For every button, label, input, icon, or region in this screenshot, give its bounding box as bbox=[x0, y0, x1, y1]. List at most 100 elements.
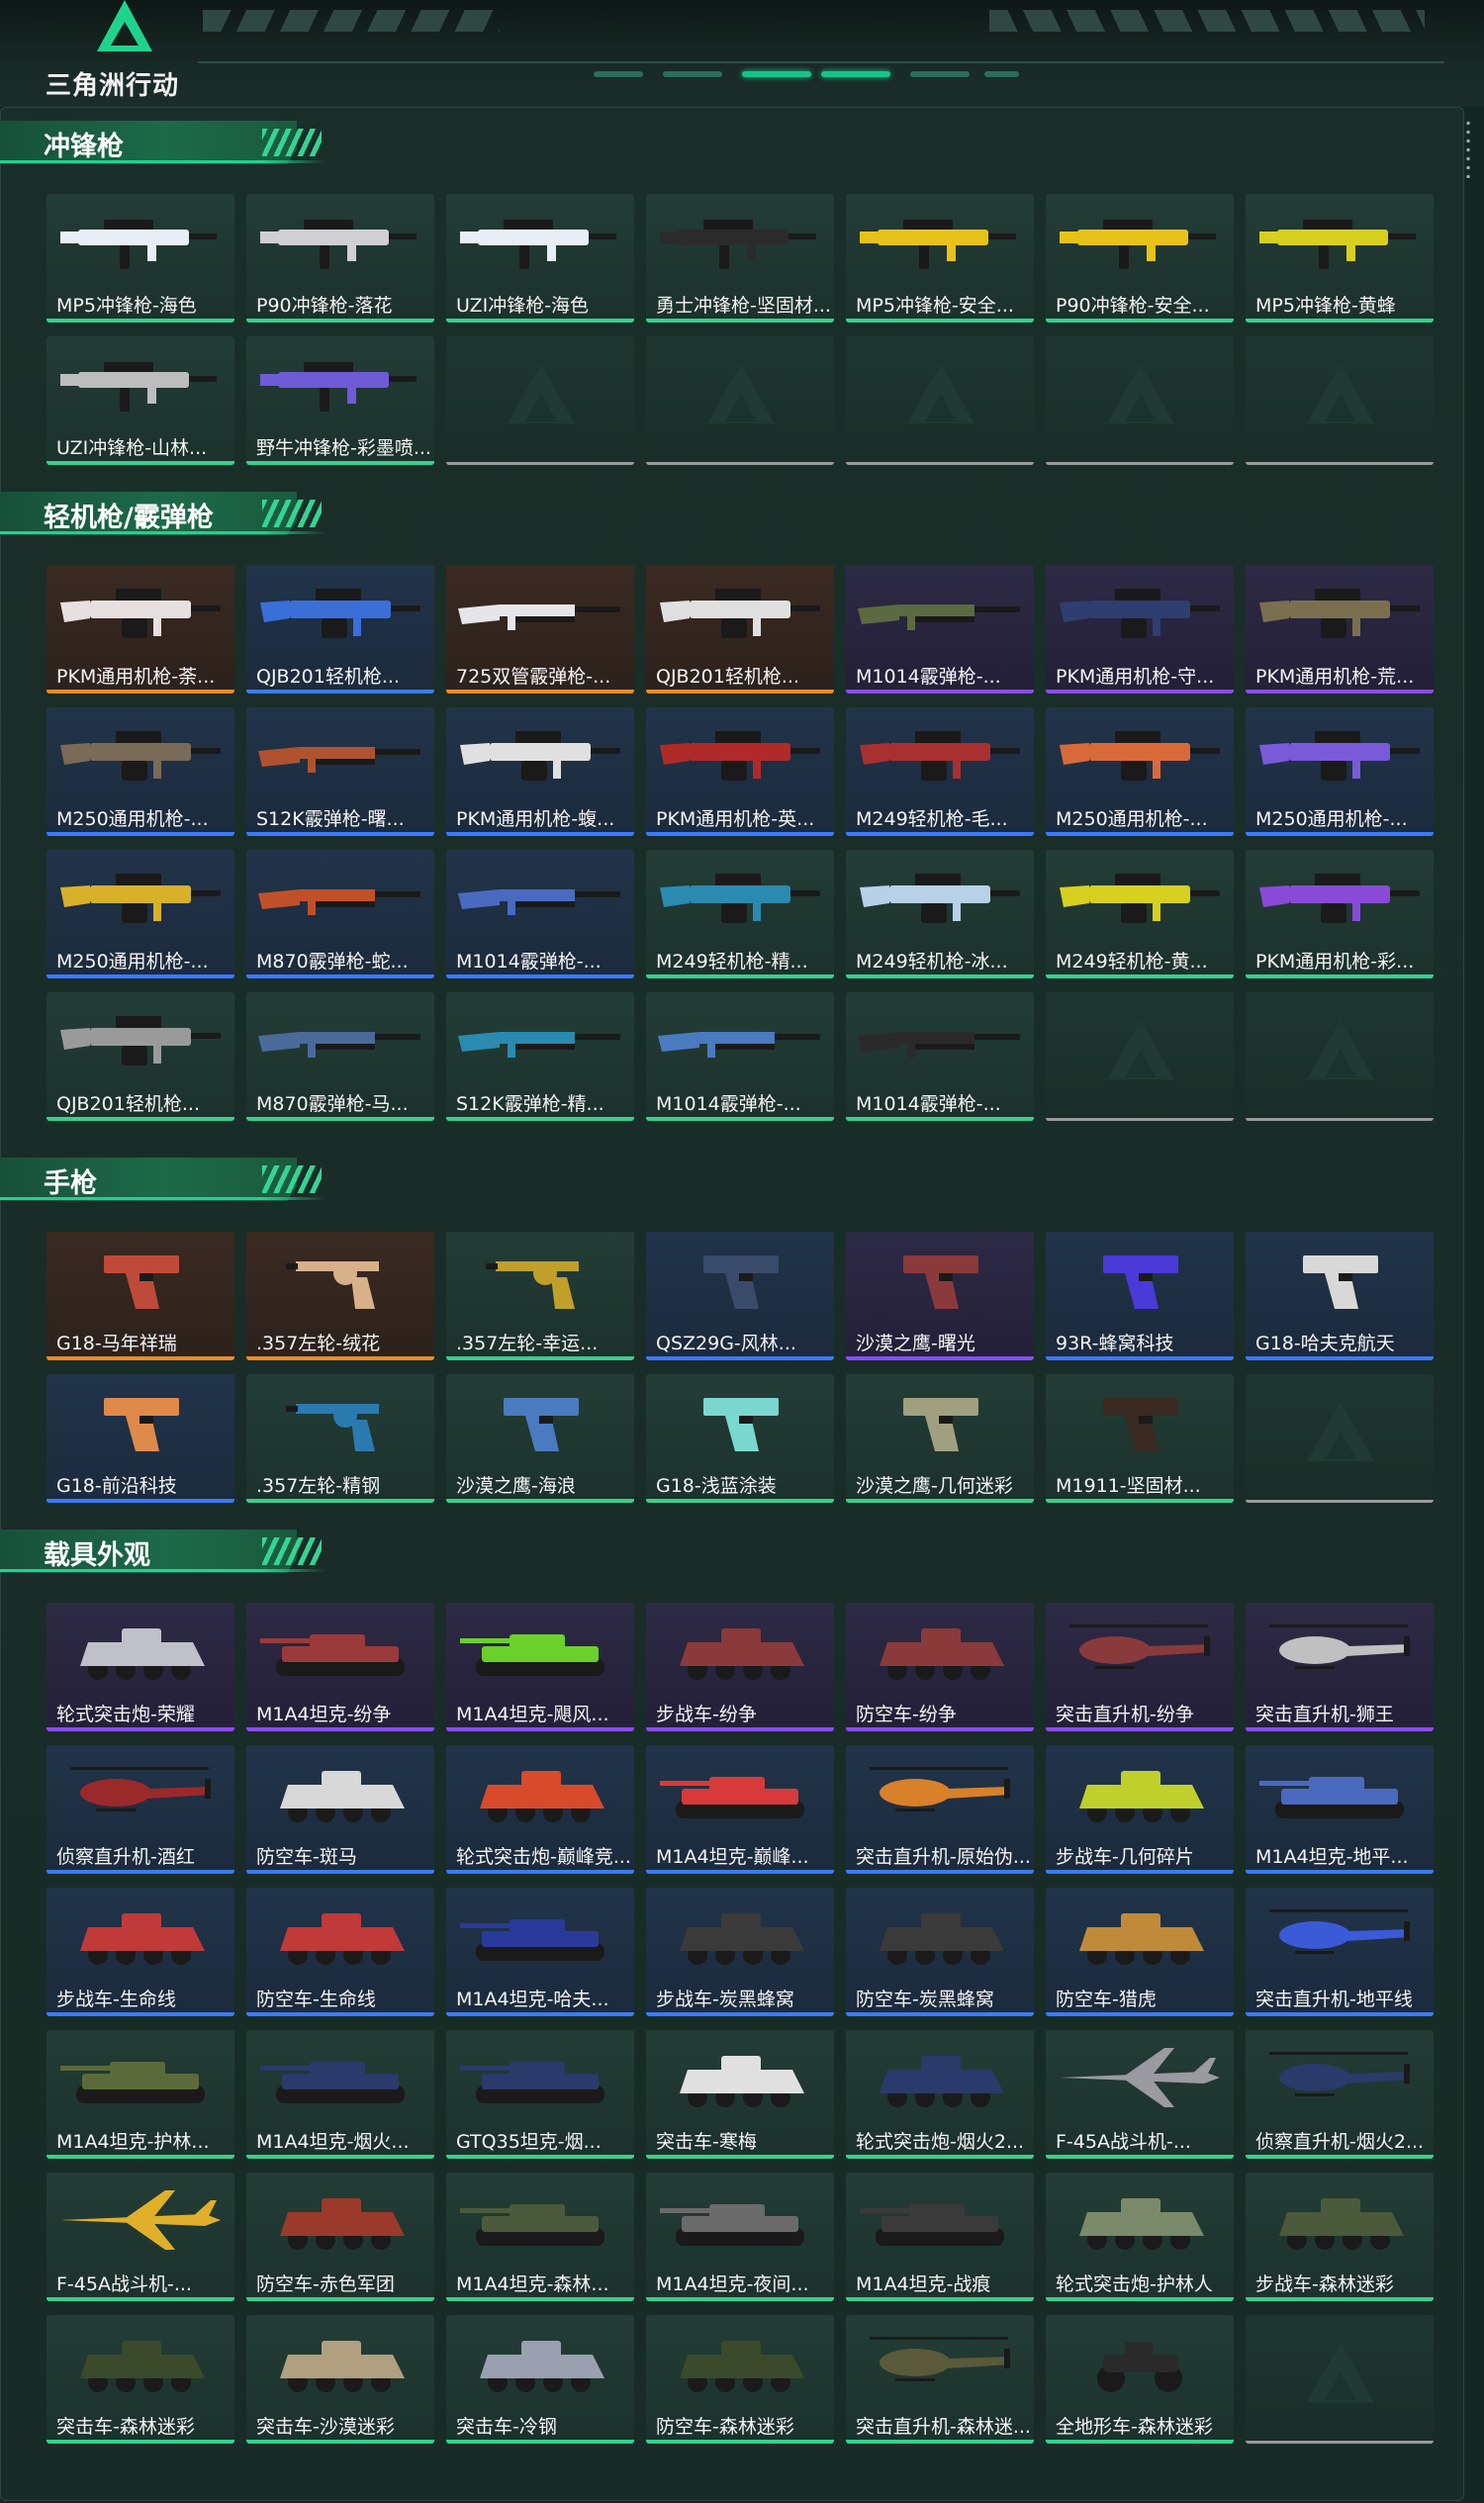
item-card[interactable]: 725双管霰弹枪-... bbox=[446, 565, 634, 694]
item-card[interactable]: M250通用机枪-... bbox=[46, 850, 234, 978]
item-card[interactable]: M1A4坦克-烟火... bbox=[246, 2030, 434, 2159]
item-card[interactable]: 防空车-森林迷彩 bbox=[646, 2315, 834, 2444]
item-card[interactable]: M1A4坦克-地平... bbox=[1246, 1745, 1434, 1874]
item-card[interactable]: .357左轮-精钢 bbox=[246, 1374, 434, 1503]
item-card[interactable]: QJB201轻机枪... bbox=[646, 565, 834, 694]
item-card[interactable]: 防空车-赤色军团 bbox=[246, 2173, 434, 2301]
item-card[interactable]: 突击直升机-原始伪... bbox=[846, 1745, 1034, 1874]
item-card[interactable]: 防空车-猎虎 bbox=[1046, 1888, 1234, 2016]
item-card[interactable]: UZI冲锋枪-山林... bbox=[46, 336, 234, 465]
item-card[interactable]: M1911-坚固材... bbox=[1046, 1374, 1234, 1503]
rarity-bar bbox=[1046, 2297, 1234, 2301]
item-card[interactable]: 突击直升机-森林迷... bbox=[846, 2315, 1034, 2444]
item-card[interactable]: 突击车-沙漠迷彩 bbox=[246, 2315, 434, 2444]
rarity-bar bbox=[46, 1727, 234, 1731]
item-card[interactable]: G18-马年祥瑞 bbox=[46, 1232, 234, 1360]
item-card[interactable]: M1014霰弹枪-... bbox=[446, 850, 634, 978]
item-card[interactable]: M1A4坦克-夜间... bbox=[646, 2173, 834, 2301]
scroll-indicator[interactable] bbox=[1465, 119, 1471, 178]
item-card[interactable]: 勇士冲锋枪-坚固材... bbox=[646, 194, 834, 323]
item-card[interactable]: M1A4坦克-纷争 bbox=[246, 1603, 434, 1731]
item-card[interactable]: M1A4坦克-巅峰... bbox=[646, 1745, 834, 1874]
item-card[interactable]: 突击直升机-地平线 bbox=[1246, 1888, 1434, 2016]
item-card[interactable]: 轮式突击炮-护林人 bbox=[1046, 2173, 1234, 2301]
item-card[interactable]: 防空车-炭黑蜂窝 bbox=[846, 1888, 1034, 2016]
item-card[interactable]: PKM通用机枪-荼... bbox=[46, 565, 234, 694]
item-card[interactable]: UZI冲锋枪-海色 bbox=[446, 194, 634, 323]
item-card[interactable]: 93R-蜂窝科技 bbox=[1046, 1232, 1234, 1360]
shotgun-icon bbox=[856, 1004, 1024, 1075]
item-card[interactable]: M870霰弹枪-马... bbox=[246, 992, 434, 1121]
item-card[interactable]: S12K霰弹枪-曙... bbox=[246, 707, 434, 836]
item-card[interactable]: M250通用机枪-... bbox=[1246, 707, 1434, 836]
smg-icon bbox=[56, 206, 225, 277]
item-card[interactable]: P90冲锋枪-安全... bbox=[1046, 194, 1234, 323]
item-card[interactable]: M1014霰弹枪-... bbox=[846, 992, 1034, 1121]
item-card[interactable]: MP5冲锋枪-安全... bbox=[846, 194, 1034, 323]
item-card[interactable]: M249轻机枪-精... bbox=[646, 850, 834, 978]
item-card[interactable]: 突击车-冷钢 bbox=[446, 2315, 634, 2444]
item-card[interactable]: 沙漠之鹰-几何迷彩 bbox=[846, 1374, 1034, 1503]
item-card[interactable]: M1014霰弹枪-... bbox=[846, 565, 1034, 694]
rarity-bar bbox=[846, 2297, 1034, 2301]
item-card[interactable]: 轮式突击炮-烟火2... bbox=[846, 2030, 1034, 2159]
item-card[interactable]: M249轻机枪-冰... bbox=[846, 850, 1034, 978]
item-card[interactable]: G18-前沿科技 bbox=[46, 1374, 234, 1503]
item-card[interactable]: 轮式突击炮-荣耀 bbox=[46, 1603, 234, 1731]
item-card[interactable]: MP5冲锋枪-黄蜂 bbox=[1246, 194, 1434, 323]
vehicle-icon bbox=[456, 1757, 624, 1828]
item-card[interactable]: M1A4坦克-飓风... bbox=[446, 1603, 634, 1731]
item-card[interactable]: 侦察直升机-酒红 bbox=[46, 1745, 234, 1874]
item-card[interactable]: 步战车-炭黑蜂窝 bbox=[646, 1888, 834, 2016]
item-card[interactable]: 突击直升机-纷争 bbox=[1046, 1603, 1234, 1731]
lmg-icon bbox=[256, 577, 424, 648]
item-card[interactable]: PKM通用机枪-蝮... bbox=[446, 707, 634, 836]
item-card[interactable]: 步战车-几何碎片 bbox=[1046, 1745, 1234, 1874]
item-card[interactable]: 野牛冲锋枪-彩墨喷... bbox=[246, 336, 434, 465]
item-card[interactable]: QSZ29G-风林... bbox=[646, 1232, 834, 1360]
item-card[interactable]: M1A4坦克-护林... bbox=[46, 2030, 234, 2159]
item-card[interactable]: P90冲锋枪-落花 bbox=[246, 194, 434, 323]
item-card[interactable]: M249轻机枪-黄... bbox=[1046, 850, 1234, 978]
item-card[interactable]: 沙漠之鹰-曙光 bbox=[846, 1232, 1034, 1360]
item-card[interactable]: F-45A战斗机-... bbox=[1046, 2030, 1234, 2159]
item-card[interactable]: 突击车-寒梅 bbox=[646, 2030, 834, 2159]
item-card[interactable]: 侦察直升机-烟火2... bbox=[1246, 2030, 1434, 2159]
item-card[interactable]: G18-哈夫克航天 bbox=[1246, 1232, 1434, 1360]
item-card[interactable]: G18-浅蓝涂装 bbox=[646, 1374, 834, 1503]
item-card[interactable]: 步战车-生命线 bbox=[46, 1888, 234, 2016]
item-card[interactable]: 步战车-森林迷彩 bbox=[1246, 2173, 1434, 2301]
item-card[interactable]: PKM通用机枪-英... bbox=[646, 707, 834, 836]
item-card[interactable]: 防空车-纷争 bbox=[846, 1603, 1034, 1731]
item-card[interactable]: F-45A战斗机-... bbox=[46, 2173, 234, 2301]
item-card[interactable]: S12K霰弹枪-精... bbox=[446, 992, 634, 1121]
item-card[interactable]: QJB201轻机枪... bbox=[46, 992, 234, 1121]
item-card[interactable]: 全地形车-森林迷彩 bbox=[1046, 2315, 1234, 2444]
item-card[interactable]: M250通用机枪-... bbox=[1046, 707, 1234, 836]
item-card[interactable]: M870霰弹枪-蛇... bbox=[246, 850, 434, 978]
item-card[interactable]: PKM通用机枪-荒... bbox=[1246, 565, 1434, 694]
item-card[interactable]: 防空车-生命线 bbox=[246, 1888, 434, 2016]
item-card[interactable]: MP5冲锋枪-海色 bbox=[46, 194, 234, 323]
item-card[interactable]: 轮式突击炮-巅峰竞... bbox=[446, 1745, 634, 1874]
item-card[interactable]: 沙漠之鹰-海浪 bbox=[446, 1374, 634, 1503]
item-name: M249轻机枪-精... bbox=[656, 951, 808, 973]
item-card[interactable]: 防空车-斑马 bbox=[246, 1745, 434, 1874]
item-card[interactable]: .357左轮-幸运... bbox=[446, 1232, 634, 1360]
item-card[interactable]: PKM通用机枪-彩... bbox=[1246, 850, 1434, 978]
item-card[interactable]: 突击直升机-狮王 bbox=[1246, 1603, 1434, 1731]
game-logo[interactable]: 三角洲行动 bbox=[46, 0, 184, 103]
item-card[interactable]: 突击车-森林迷彩 bbox=[46, 2315, 234, 2444]
item-card[interactable]: M1A4坦克-战痕 bbox=[846, 2173, 1034, 2301]
item-card[interactable]: QJB201轻机枪... bbox=[246, 565, 434, 694]
item-card[interactable]: .357左轮-绒花 bbox=[246, 1232, 434, 1360]
item-card[interactable]: GTQ35坦克-烟... bbox=[446, 2030, 634, 2159]
item-card[interactable]: M1A4坦克-森林... bbox=[446, 2173, 634, 2301]
rarity-bar bbox=[46, 1356, 234, 1360]
item-card[interactable]: M1014霰弹枪-... bbox=[646, 992, 834, 1121]
item-card[interactable]: 步战车-纷争 bbox=[646, 1603, 834, 1731]
item-card[interactable]: M250通用机枪-... bbox=[46, 707, 234, 836]
item-card[interactable]: PKM通用机枪-守... bbox=[1046, 565, 1234, 694]
item-card[interactable]: M1A4坦克-哈夫... bbox=[446, 1888, 634, 2016]
item-card[interactable]: M249轻机枪-毛... bbox=[846, 707, 1034, 836]
